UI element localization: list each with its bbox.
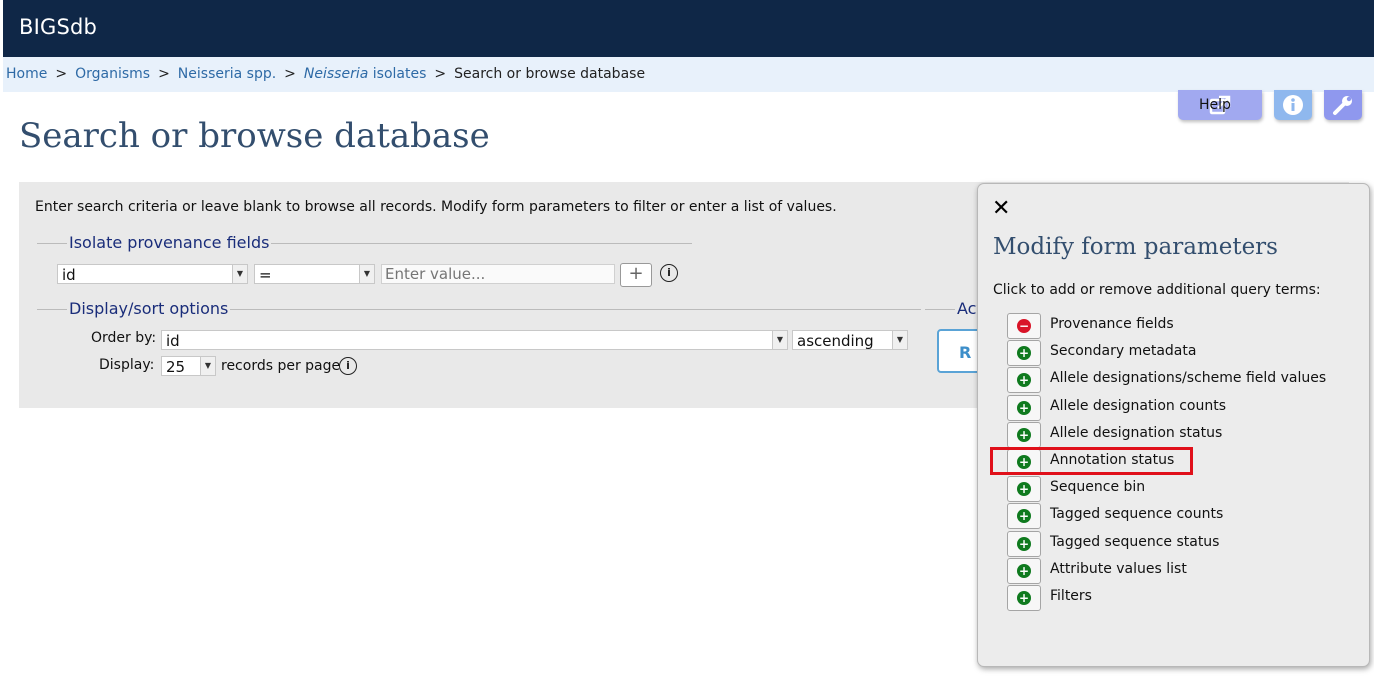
provenance-legend: Isolate provenance fields	[67, 233, 272, 252]
add-option-button[interactable]: +	[1007, 503, 1041, 530]
add-option-button[interactable]: +	[1007, 585, 1041, 611]
page-title: Search or browse database	[19, 116, 490, 156]
add-option-button[interactable]: +	[1007, 394, 1041, 421]
records-per-page-select[interactable]: 25 ▼	[161, 356, 216, 376]
info-button[interactable]	[1274, 90, 1312, 120]
plus-circle-icon: +	[1017, 400, 1031, 415]
plus-circle-icon: +	[1017, 346, 1031, 361]
plus-icon: +	[628, 263, 644, 284]
records-per-page-label: records per page	[221, 358, 341, 374]
display-label: Display:	[99, 357, 155, 373]
breadcrumb-organisms[interactable]: Organisms	[75, 66, 150, 82]
info-icon	[1283, 95, 1303, 115]
instructions: Enter search criteria or leave blank to …	[35, 199, 837, 215]
sort-direction-select[interactable]: ascending ▼	[792, 330, 908, 350]
plus-circle-icon: +	[1017, 563, 1031, 578]
add-option-button[interactable]: +	[1007, 367, 1041, 394]
add-option-button[interactable]: +	[1007, 449, 1041, 475]
breadcrumb-separator: >	[434, 66, 447, 82]
top-banner: BIGSdb	[3, 0, 1374, 57]
site-brand[interactable]: BIGSdb	[19, 15, 97, 39]
help-label: Help	[1199, 97, 1231, 113]
close-icon[interactable]: ✕	[992, 196, 1010, 221]
chevron-down-icon: ▼	[200, 357, 215, 375]
info-icon[interactable]: i	[660, 264, 678, 282]
field-select[interactable]: id ▼	[57, 264, 248, 284]
plus-circle-icon: +	[1017, 509, 1031, 524]
add-option-button[interactable]: +	[1007, 530, 1041, 557]
option-label: Filters	[1050, 588, 1092, 604]
option-label: Provenance fields	[1050, 316, 1174, 332]
modal-title: Modify form parameters	[993, 234, 1278, 260]
plus-circle-icon: +	[1017, 455, 1031, 469]
wrench-icon	[1333, 96, 1352, 115]
option-label: Allele designations/scheme field values	[1050, 370, 1327, 387]
plus-circle-icon: +	[1017, 591, 1031, 605]
action-fieldset: Act	[925, 299, 985, 319]
breadcrumb-separator: >	[158, 66, 170, 82]
breadcrumb-current: Search or browse database	[454, 66, 646, 82]
option-label: Allele designation status	[1050, 424, 1223, 441]
remove-option-button[interactable]: −	[1007, 313, 1041, 339]
chevron-down-icon: ▼	[772, 331, 787, 349]
modify-form-modal: ✕ Modify form parameters Click to add or…	[977, 183, 1370, 667]
chevron-down-icon: ▼	[892, 331, 907, 349]
breadcrumb-neisseria-spp[interactable]: Neisseria spp.	[178, 66, 276, 82]
modal-subtitle: Click to add or remove additional query …	[993, 282, 1321, 298]
option-label: Tagged sequence counts	[1050, 506, 1224, 523]
plus-circle-icon: +	[1017, 427, 1031, 442]
option-label: Sequence bin	[1050, 479, 1146, 496]
option-label: Tagged sequence status	[1050, 533, 1220, 550]
plus-circle-icon: +	[1017, 536, 1031, 551]
plus-circle-icon: +	[1017, 373, 1031, 388]
option-label: Attribute values list	[1050, 560, 1187, 577]
minus-circle-icon: −	[1017, 319, 1031, 333]
breadcrumb-home[interactable]: Home	[6, 66, 47, 82]
order-by-label: Order by:	[91, 330, 157, 346]
option-label: Secondary metadata	[1050, 343, 1197, 360]
chevron-down-icon: ▼	[359, 265, 374, 283]
info-icon[interactable]: i	[339, 357, 357, 375]
breadcrumb-separator: >	[55, 66, 68, 82]
add-option-button[interactable]: +	[1007, 557, 1041, 584]
breadcrumb-separator: >	[284, 66, 296, 82]
display-legend: Display/sort options	[67, 299, 231, 318]
value-input[interactable]	[381, 264, 615, 284]
option-label: Allele designation counts	[1050, 397, 1227, 414]
provenance-fieldset: Isolate provenance fields	[37, 233, 692, 253]
add-field-button[interactable]: +	[620, 263, 652, 287]
display-fieldset: Display/sort options	[37, 299, 921, 319]
help-button[interactable]: Help	[1178, 90, 1262, 120]
operator-select[interactable]: = ▼	[254, 264, 375, 284]
tools-button[interactable]	[1324, 90, 1362, 120]
breadcrumb-neisseria-isolates[interactable]: Neisseria isolates	[304, 66, 426, 82]
option-label: Annotation status	[1050, 452, 1175, 468]
add-option-button[interactable]: +	[1007, 340, 1041, 367]
plus-circle-icon: +	[1017, 482, 1031, 497]
add-option-button[interactable]: +	[1007, 421, 1041, 448]
breadcrumb: Home > Organisms > Neisseria spp. > Neisseria …	[3, 57, 1374, 92]
add-option-button[interactable]: +	[1007, 476, 1041, 503]
chevron-down-icon: ▼	[232, 265, 247, 283]
order-by-select[interactable]: id ▼	[161, 330, 788, 350]
